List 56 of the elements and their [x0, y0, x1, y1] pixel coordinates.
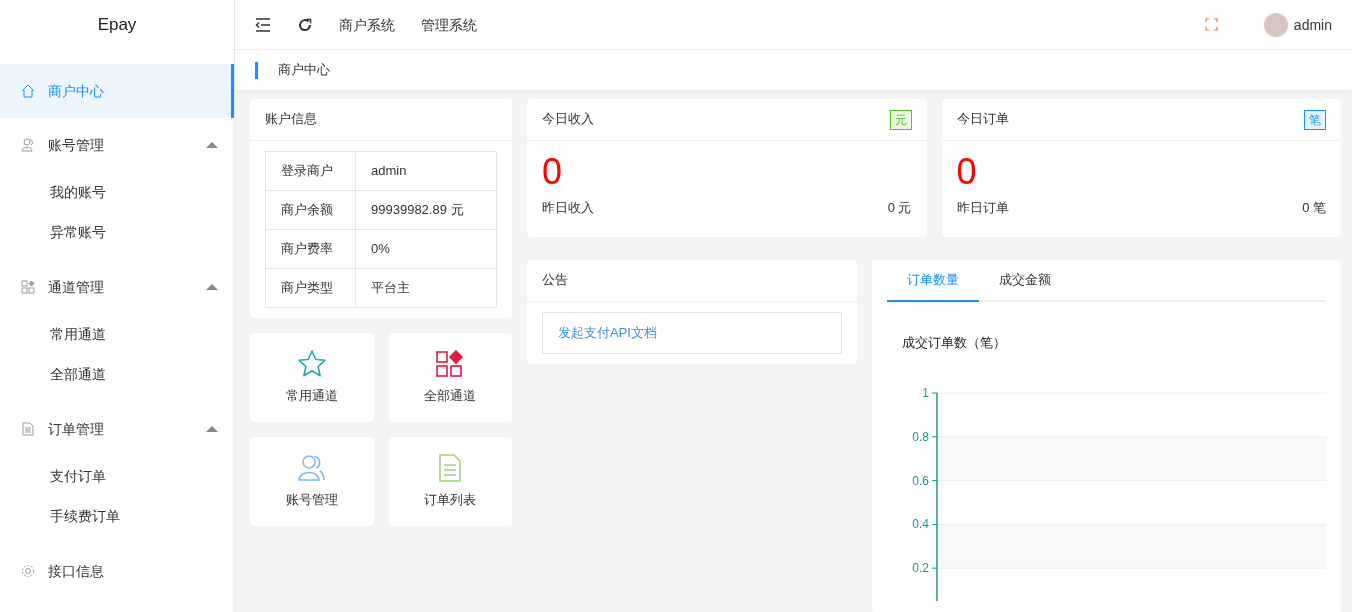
stat-sub-value: 0 笔 [1302, 199, 1326, 217]
card-title: 账户信息 [250, 99, 512, 141]
sidebar-item[interactable]: 通道管理 [0, 260, 234, 314]
shortcut-tile[interactable]: 常用通道 [250, 333, 374, 422]
sidebar-subitem[interactable]: 常用通道 [0, 314, 234, 354]
card-title: 今日收入 [542, 110, 594, 129]
stat-sub-value: 0 元 [887, 199, 912, 217]
users-icon [296, 453, 327, 484]
nav-link[interactable]: 管理系统 [421, 14, 477, 35]
sidebar-subitem[interactable]: 我的账号 [0, 172, 234, 212]
refresh-icon[interactable] [297, 16, 313, 33]
home-icon [20, 83, 36, 99]
doc-link[interactable]: 发起支付API文档 [558, 323, 657, 343]
grid-icon [435, 349, 466, 380]
settings-icon [20, 563, 36, 579]
stat-value: 0 [956, 150, 978, 194]
shortcut-tile[interactable]: 订单列表 [388, 437, 512, 526]
shortcut-tile[interactable]: 全部通道 [388, 333, 512, 422]
card-title: 公告 [527, 260, 857, 302]
user-name[interactable]: admin [1293, 14, 1332, 35]
sidebar-item[interactable]: 接口信息 [0, 544, 234, 598]
chart-tab[interactable]: 成交金额 [979, 260, 1071, 302]
sidebar-subitem[interactable]: 支付订单 [0, 456, 234, 496]
apps-icon [20, 279, 36, 295]
unit-badge: 笔 [1304, 109, 1326, 130]
table-cell: 商户费率 [265, 229, 356, 269]
card-title: 今日订单 [956, 110, 1009, 129]
tick-label: 0.2 [912, 560, 929, 575]
nav-link[interactable]: 商户系统 [339, 14, 395, 35]
table-cell: 商户余额 [265, 190, 356, 230]
table-cell: 99939982.89 元 [355, 190, 497, 230]
tick-label: 0.6 [912, 473, 929, 488]
table-cell: 商户类型 [265, 268, 356, 308]
brand-title: Epay [96, 13, 138, 36]
breadcrumb: 商户中心 [278, 60, 330, 79]
table-cell: 平台主 [355, 268, 497, 308]
shortcut-tile[interactable]: 账号管理 [250, 437, 374, 526]
stat-label: 昨日收入 [542, 199, 594, 217]
table-cell: 登录商户 [265, 151, 356, 191]
tick-label: 0.8 [912, 429, 929, 444]
tick-label: 0.4 [912, 516, 929, 531]
chart-title: 成交订单数（笔） [901, 334, 1007, 352]
user-icon [20, 137, 36, 153]
table-cell: 0% [355, 229, 497, 269]
stat-value: 0 [542, 150, 564, 194]
tick-label: 1 [922, 385, 929, 400]
sidebar-item[interactable]: 账号管理 [0, 118, 234, 172]
menu-fold-icon[interactable] [255, 17, 271, 32]
sidebar-item[interactable]: 订单管理 [0, 402, 234, 456]
document-icon [20, 421, 36, 437]
sidebar-subitem[interactable]: 手续费订单 [0, 496, 234, 536]
sidebar-subitem[interactable]: 异常账号 [0, 212, 234, 252]
unit-badge: 元 [889, 109, 912, 130]
sidebar-subitem[interactable]: 全部通道 [0, 354, 234, 394]
table-cell: admin [355, 151, 497, 191]
stat-label: 昨日订单 [956, 199, 1009, 217]
